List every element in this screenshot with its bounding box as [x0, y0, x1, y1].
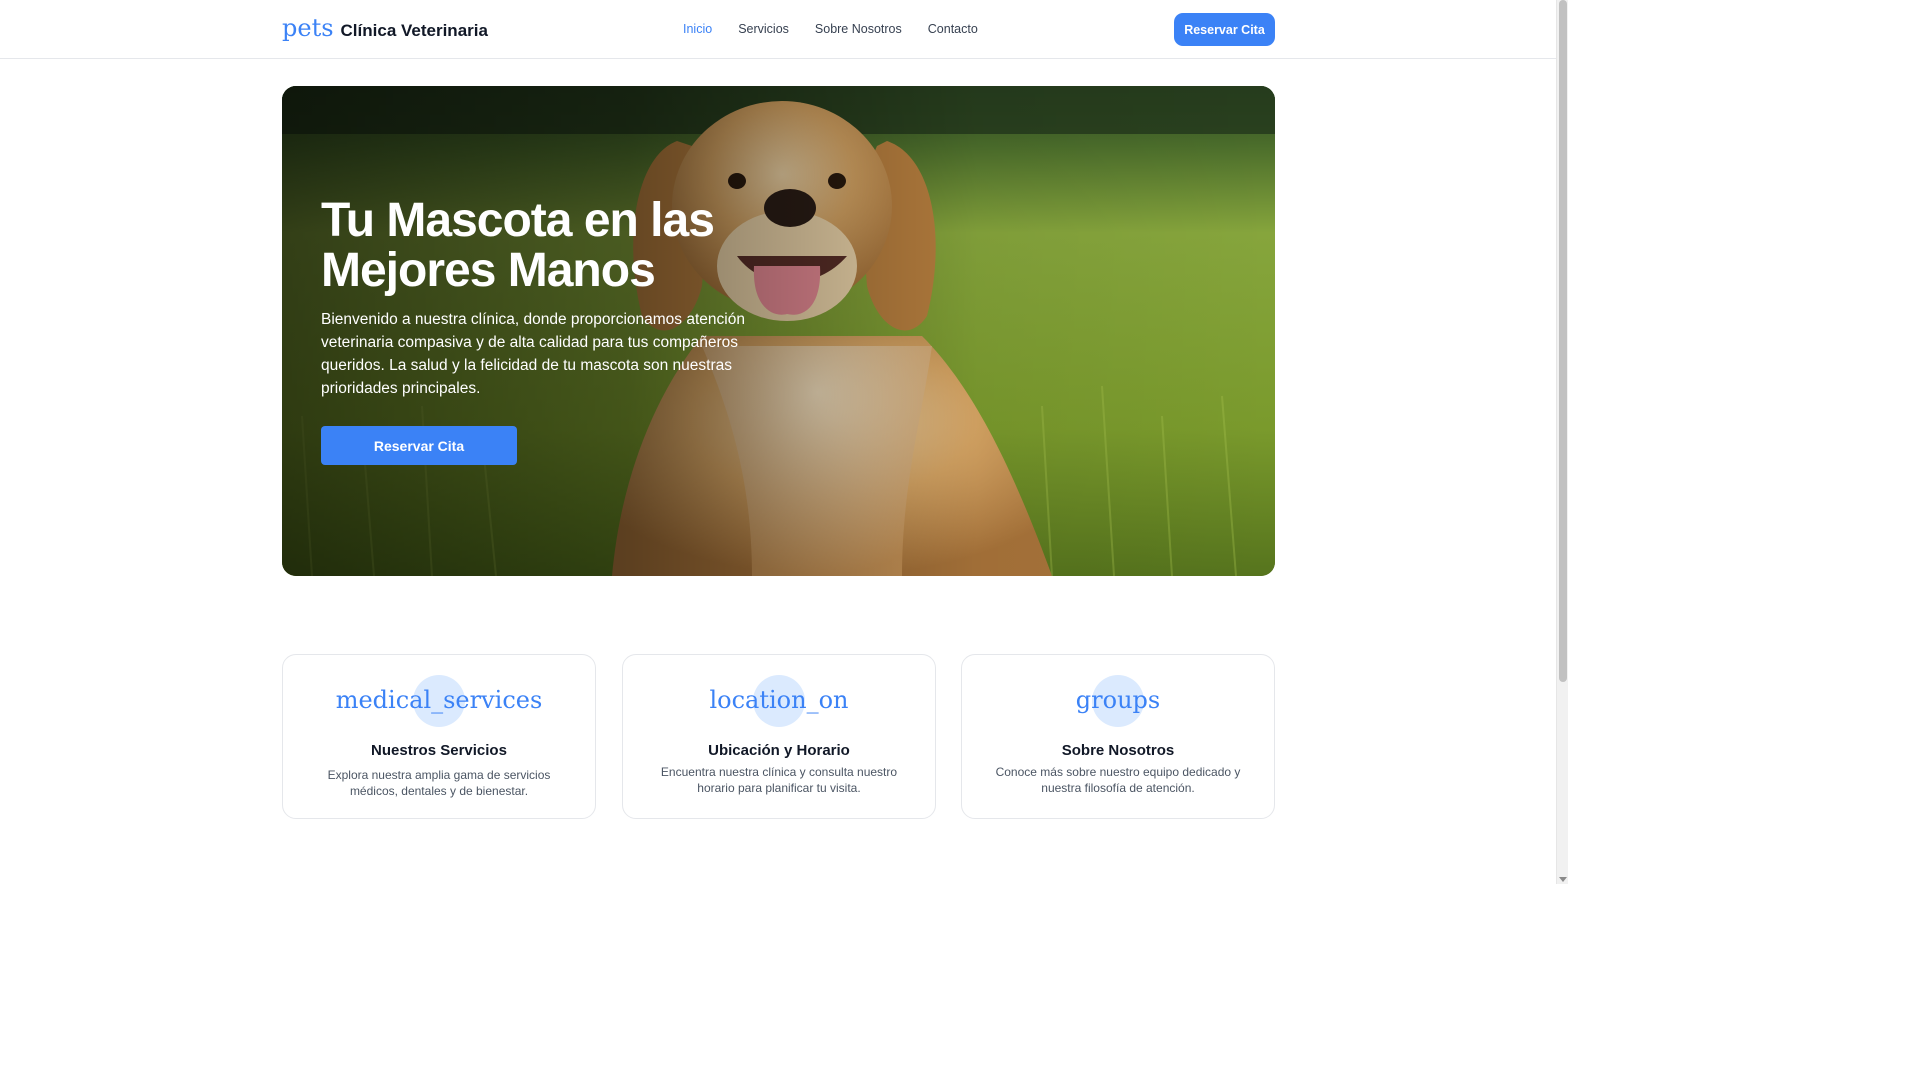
hero-book-appointment-button[interactable]: Reservar Cita [321, 426, 517, 465]
header-book-appointment-button[interactable]: Reservar Cita [1174, 13, 1275, 46]
card-title: Nuestros Servicios [371, 742, 507, 759]
nav-sobre-nosotros[interactable]: Sobre Nosotros [815, 22, 902, 36]
brand[interactable]: pets Clínica Veterinaria [282, 14, 488, 42]
page-scrollbar[interactable] [1556, 0, 1568, 884]
medical-services-icon: medical_services [335, 686, 543, 714]
card-location[interactable]: location_on Ubicación y Horario Encuentr… [622, 654, 936, 819]
card-services[interactable]: medical_services Nuestros Servicios Expl… [282, 654, 596, 819]
nav-contacto[interactable]: Contacto [928, 22, 978, 36]
main-nav: Inicio Servicios Sobre Nosotros Contacto [683, 22, 978, 36]
hero-banner: Tu Mascota en las Mejores Manos Bienveni… [282, 86, 1275, 576]
pets-icon: pets [282, 14, 334, 42]
nav-inicio[interactable]: Inicio [683, 22, 712, 36]
location-on-icon: location_on [709, 686, 849, 714]
card-title: Ubicación y Horario [708, 742, 850, 759]
brand-name: Clínica Veterinaria [340, 21, 488, 40]
card-description: Encuentra nuestra clínica y consulta nue… [660, 765, 898, 795]
site-header: pets Clínica Veterinaria Inicio Servicio… [0, 0, 1556, 59]
card-description: Conoce más sobre nuestro equipo dedicado… [995, 765, 1241, 795]
card-title: Sobre Nosotros [1061, 742, 1175, 759]
hero-title: Tu Mascota en las Mejores Manos [321, 194, 715, 297]
nav-servicios[interactable]: Servicios [738, 22, 789, 36]
scroll-down-arrow-icon[interactable] [1559, 877, 1567, 882]
hero-description: Bienvenido a nuestra clínica, donde prop… [321, 311, 745, 397]
card-description: Explora nuestra amplia gama de servicios… [327, 768, 551, 798]
card-about[interactable]: groups Sobre Nosotros Conoce más sobre n… [961, 654, 1275, 819]
scrollbar-thumb[interactable] [1559, 0, 1567, 682]
groups-icon: groups [1075, 686, 1161, 714]
